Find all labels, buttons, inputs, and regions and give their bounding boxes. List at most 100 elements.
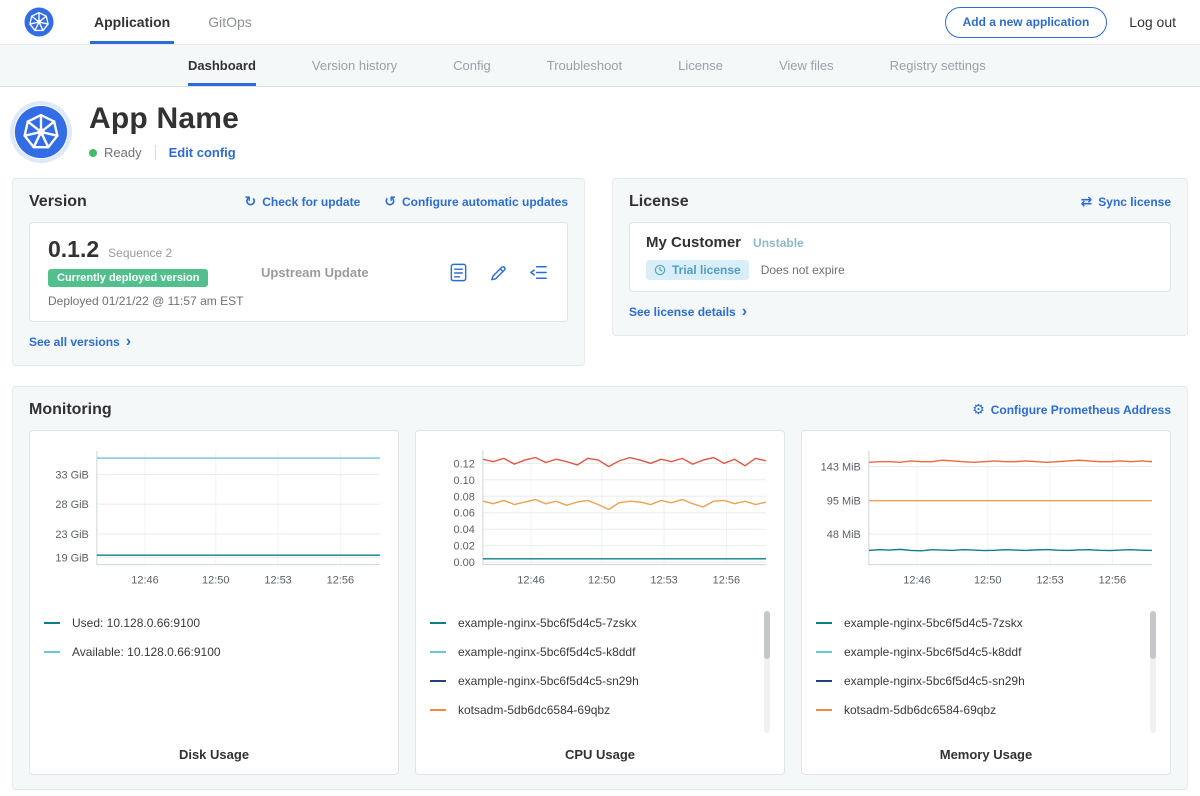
charts-row: 19 GiB23 GiB28 GiB33 GiB12:4612:5012:531…	[29, 430, 1171, 775]
chart-plot-disk-usage: 19 GiB23 GiB28 GiB33 GiB12:4612:5012:531…	[42, 441, 386, 599]
link-label: Check for update	[262, 195, 360, 209]
customer-name: My Customer	[646, 234, 741, 251]
legend-scrollbar-thumb[interactable]	[1150, 611, 1156, 659]
clock-icon	[654, 264, 666, 276]
edit-config-link[interactable]: Edit config	[155, 145, 236, 160]
legend-item[interactable]: example-nginx-5bc6f5d4c5-k8ddf	[430, 638, 754, 667]
legend-color-dash	[816, 622, 832, 624]
svg-text:12:56: 12:56	[1099, 575, 1126, 587]
add-new-application-button[interactable]: Add a new application	[945, 7, 1108, 38]
svg-text:23 GiB: 23 GiB	[55, 529, 89, 541]
legend-label: Available: 10.128.0.66:9100	[72, 645, 221, 659]
deployed-badge: Currently deployed version	[48, 269, 208, 287]
svg-text:12:50: 12:50	[202, 575, 229, 587]
svg-text:12:46: 12:46	[517, 575, 544, 587]
svg-text:12:50: 12:50	[588, 575, 615, 587]
chart-title: CPU Usage	[428, 741, 772, 770]
legend-color-dash	[816, 651, 832, 653]
legend-color-dash	[430, 622, 446, 624]
navbar-tab-application[interactable]: Application	[90, 0, 174, 44]
svg-text:12:56: 12:56	[327, 575, 354, 587]
subnav-item-dashboard[interactable]: Dashboard	[188, 45, 256, 86]
legend-color-dash	[44, 622, 60, 624]
svg-text:143 MiB: 143 MiB	[821, 462, 861, 474]
legend-label: example-nginx-5bc6f5d4c5-7zskx	[844, 616, 1023, 630]
deployed-timestamp: Deployed 01/21/22 @ 11:57 am EST	[48, 294, 253, 308]
monitoring-title: Monitoring	[29, 401, 112, 419]
release-notes-button[interactable]	[448, 262, 469, 283]
legend-item[interactable]: Used: 10.128.0.66:9100	[44, 609, 368, 638]
view-diff-button[interactable]	[528, 262, 549, 283]
legend-label: example-nginx-5bc6f5d4c5-k8ddf	[458, 645, 635, 659]
app-status-row: Ready Edit config	[89, 145, 239, 160]
top-navbar: ApplicationGitOps Add a new application …	[0, 0, 1200, 45]
legend-color-dash	[430, 680, 446, 682]
legend-scrollbar[interactable]	[764, 611, 770, 733]
legend-item[interactable]: Available: 10.128.0.66:9100	[44, 638, 368, 667]
subnav-item-troubleshoot[interactable]: Troubleshoot	[547, 45, 622, 86]
sync-license-link[interactable]: ⇄ Sync license	[1081, 195, 1171, 209]
legend-label: kotsadm-5db6dc6584-69qbz	[458, 703, 610, 717]
version-card-header: Version ↻ Check for update ↺ Configure a…	[29, 193, 568, 211]
gear-icon: ⚙	[972, 403, 985, 417]
current-version-panel: 0.1.2 Sequence 2 Currently deployed vers…	[29, 222, 568, 322]
legend-label: Used: 10.128.0.66:9100	[72, 616, 200, 630]
badge-label: Trial license	[672, 263, 741, 277]
version-card: Version ↻ Check for update ↺ Configure a…	[12, 178, 585, 366]
legend-item[interactable]: example-nginx-5bc6f5d4c5-sn29h	[430, 667, 754, 696]
logout-button[interactable]: Log out	[1129, 14, 1176, 30]
subnav-item-config[interactable]: Config	[453, 45, 491, 86]
legend-label: example-nginx-5bc6f5d4c5-k8ddf	[844, 645, 1021, 659]
version-card-title: Version	[29, 193, 87, 211]
legend-item[interactable]: example-nginx-5bc6f5d4c5-7zskx	[816, 609, 1140, 638]
subnav-item-version-history[interactable]: Version history	[312, 45, 397, 86]
link-label: See all versions	[29, 335, 120, 349]
chart-plot-cpu-usage: 0.000.020.040.060.080.100.1212:4612:5012…	[428, 441, 772, 599]
edit-config-button[interactable]	[488, 262, 509, 283]
navbar-tab-gitops[interactable]: GitOps	[204, 0, 256, 44]
license-row-customer: My Customer Unstable	[646, 234, 1154, 251]
monitoring-header: Monitoring ⚙ Configure Prometheus Addres…	[29, 401, 1171, 419]
legend-item[interactable]: kotsadm-5db6dc6584-69qbz	[430, 696, 754, 725]
app-subnav: Dashboard Version history Config Troublesho…	[0, 45, 1200, 87]
svg-text:0.04: 0.04	[454, 524, 475, 536]
trial-license-badge: Trial license	[646, 260, 749, 280]
license-expiration: Does not expire	[761, 263, 845, 277]
link-label: Configure Prometheus Address	[991, 403, 1171, 417]
navbar-tabs: Application GitOps	[90, 0, 256, 44]
chart-card-cpu-usage: 0.000.020.040.060.080.100.1212:4612:5012…	[415, 430, 785, 775]
chevron-right-icon: ›	[126, 337, 131, 347]
subnav-item-view-files[interactable]: View files	[779, 45, 834, 86]
link-label: Configure automatic updates	[402, 195, 568, 209]
subnav-item-license[interactable]: License	[678, 45, 723, 86]
chart-card-memory-usage: 48 MiB95 MiB143 MiB12:4612:5012:5312:56e…	[801, 430, 1171, 775]
check-for-update-link[interactable]: ↻ Check for update	[245, 195, 361, 209]
status-dot-icon	[89, 149, 97, 157]
legend-item[interactable]: kotsadm-5db6dc6584-69qbz	[816, 696, 1140, 725]
version-info: 0.1.2 Sequence 2 Currently deployed vers…	[48, 236, 253, 308]
version-sequence: Sequence 2	[108, 246, 172, 260]
app-header: App Name Ready Edit config	[0, 87, 1200, 172]
chart-card-disk-usage: 19 GiB23 GiB28 GiB33 GiB12:4612:5012:531…	[29, 430, 399, 775]
svg-text:0.08: 0.08	[454, 491, 475, 503]
subnav-item-registry-settings[interactable]: Registry settings	[890, 45, 986, 86]
legend-scrollbar[interactable]	[1150, 611, 1156, 733]
version-card-actions: ↻ Check for update ↺ Configure automatic…	[245, 195, 569, 209]
svg-text:12:53: 12:53	[650, 575, 677, 587]
svg-text:0.06: 0.06	[454, 508, 475, 520]
legend-item[interactable]: example-nginx-5bc6f5d4c5-sn29h	[816, 667, 1140, 696]
legend-label: example-nginx-5bc6f5d4c5-sn29h	[844, 674, 1025, 688]
legend-item[interactable]: example-nginx-5bc6f5d4c5-7zskx	[430, 609, 754, 638]
see-license-details-link[interactable]: See license details ›	[629, 305, 747, 319]
release-notes-icon	[448, 262, 469, 283]
legend-color-dash	[430, 709, 446, 711]
app-meta: App Name Ready Edit config	[89, 101, 239, 160]
svg-text:12:53: 12:53	[1036, 575, 1063, 587]
legend-scrollbar-thumb[interactable]	[764, 611, 770, 659]
legend-color-dash	[430, 651, 446, 653]
see-all-versions-link[interactable]: See all versions ›	[29, 335, 131, 349]
legend-item[interactable]: example-nginx-5bc6f5d4c5-k8ddf	[816, 638, 1140, 667]
configure-automatic-updates-link[interactable]: ↺ Configure automatic updates	[384, 195, 568, 209]
license-card: License ⇄ Sync license My Customer Unsta…	[612, 178, 1188, 336]
configure-prometheus-link[interactable]: ⚙ Configure Prometheus Address	[972, 403, 1171, 417]
